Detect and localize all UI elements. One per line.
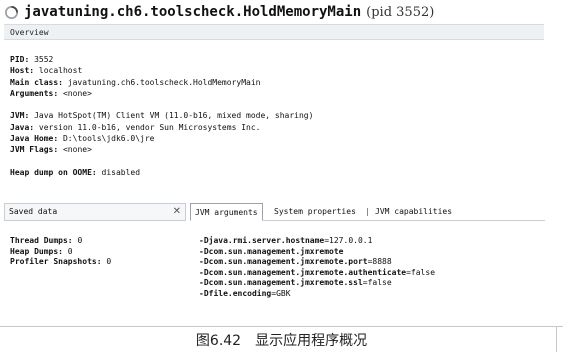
jvm-argument-value: =false xyxy=(406,267,436,277)
info-row-value: 3552 xyxy=(29,55,54,64)
info-row: PID: 3552 xyxy=(10,54,313,65)
tab-system-properties[interactable]: System properties xyxy=(270,203,360,221)
info-row xyxy=(10,156,313,167)
caption-text: 图6.42 显示应用程序概况 xyxy=(195,332,368,349)
saved-data-row-label: Profiler Snapshots: xyxy=(10,257,102,266)
info-row-label: JVM Flags: xyxy=(10,145,59,155)
figure-caption: 图6.42 显示应用程序概况 xyxy=(0,326,563,352)
info-row: Java: version 11.0-b16, vendor Sun Micro… xyxy=(10,122,313,133)
saved-data-title: Saved data xyxy=(9,207,58,216)
info-row-value: javatuning.ch6.toolscheck.HoldMemoryMain xyxy=(62,77,261,87)
saved-data-row-label: Heap Dumps: xyxy=(10,246,63,256)
details-tabs: JVM arguments System properties | JVM ca… xyxy=(190,203,545,221)
saved-data-row-label: Thread Dumps: xyxy=(10,236,73,245)
jvm-arguments-list: -Djava.rmi.server.hostname=127.0.0.1 -Dco… xyxy=(199,236,435,299)
info-row: JVM: Java HotSpot(TM) Client VM (11.0-b1… xyxy=(10,110,313,121)
window-title: javatuning.ch6.toolscheck.HoldMemoryMain… xyxy=(4,2,559,22)
info-row-label: Heap dump on OOME: xyxy=(10,167,97,177)
info-row-label: Host: xyxy=(10,66,35,76)
overview-section-header[interactable]: Overview xyxy=(4,24,544,40)
info-row-value: <none> xyxy=(58,88,92,98)
saved-data-row-value: 0 xyxy=(72,236,83,245)
info-row-value: localhost xyxy=(34,66,83,76)
info-row: JVM Flags: <none> xyxy=(10,144,313,155)
tab-jvm-capabilities[interactable]: JVM capabilities xyxy=(371,203,456,221)
info-row: Arguments: <none> xyxy=(10,88,313,99)
jvm-argument-label: -Dcom.sun.management.jmxremote.authentic… xyxy=(199,267,407,277)
info-row-label: Java: xyxy=(10,122,35,132)
jvm-argument-value: =127.0.0.1 xyxy=(324,236,373,245)
jvm-argument: -Djava.rmi.server.hostname=127.0.0.1 xyxy=(199,236,435,247)
info-row-label: Arguments: xyxy=(10,88,59,98)
info-row: Heap dump on OOME: disabled xyxy=(10,167,313,178)
info-row-value: disabled xyxy=(96,167,141,177)
jvm-argument-value: =GBK xyxy=(271,288,291,298)
info-row-value: D:\tools\jdk6.0\jre xyxy=(58,134,155,144)
info-row-value: Java HotSpot(TM) Client VM (11.0-b16, mi… xyxy=(29,111,314,121)
info-row: Java Home: D:\tools\jdk6.0\jre xyxy=(10,133,313,144)
info-row-value: <none> xyxy=(58,145,92,155)
jvm-argument-value: =8888 xyxy=(367,257,392,266)
saved-data-row: Thread Dumps: 0 xyxy=(10,236,111,247)
jvm-argument: -Dcom.sun.management.jmxremote.port=8888 xyxy=(199,257,435,268)
loading-spinner-icon xyxy=(5,5,18,19)
jvm-argument: -Dcom.sun.management.jmxremote.authentic… xyxy=(199,268,435,279)
tab-jvm-arguments[interactable]: JVM arguments xyxy=(190,203,263,221)
info-row xyxy=(10,99,313,110)
jvm-argument-value: =false xyxy=(362,278,392,287)
jvm-argument-label: -Dcom.sun.management.jmxremote.port xyxy=(199,257,368,266)
general-info: PID: 3552 Host: localhost Main class: java… xyxy=(10,54,313,178)
info-row-value: version 11.0-b16, vendor Sun Microsystem… xyxy=(34,122,261,132)
jvm-argument: -Dcom.sun.management.jmxremote.ssl=false xyxy=(199,278,435,289)
pid-label: (pid 3552) xyxy=(366,4,435,20)
overview-label: Overview xyxy=(10,28,49,37)
jvm-argument-label: -Dcom.sun.management.jmxremote xyxy=(199,246,344,256)
saved-data-row-value: 0 xyxy=(62,246,73,256)
saved-data-row: Heap Dumps: 0 xyxy=(10,247,111,258)
info-row-label: Main class: xyxy=(10,77,63,87)
saved-data-row: Profiler Snapshots: 0 xyxy=(10,257,111,268)
jvm-argument-label: -Dcom.sun.management.jmxremote.ssl xyxy=(199,278,363,287)
info-row-label: Java Home: xyxy=(10,134,59,144)
saved-data-row-value: 0 xyxy=(101,257,112,266)
jvm-argument-label: -Dfile.encoding xyxy=(199,288,272,298)
jvm-argument-label: -Djava.rmi.server.hostname xyxy=(199,236,325,245)
tab-separator: | xyxy=(365,207,370,216)
jvm-argument: -Dfile.encoding=GBK xyxy=(199,289,435,300)
saved-data-list: Thread Dumps: 0 Heap Dumps: 0 Profiler Sna… xyxy=(10,236,111,268)
info-row-label: PID: xyxy=(10,55,30,64)
main-class-title: javatuning.ch6.toolscheck.HoldMemoryMain xyxy=(24,4,362,20)
info-row-label: JVM: xyxy=(10,111,30,121)
close-icon[interactable]: ✕ xyxy=(173,204,181,220)
saved-data-header: Saved data ✕ xyxy=(4,203,186,221)
jvm-argument: -Dcom.sun.management.jmxremote xyxy=(199,247,435,258)
info-row: Main class: javatuning.ch6.toolscheck.Ho… xyxy=(10,77,313,88)
caption-divider xyxy=(556,327,557,352)
info-row: Host: localhost xyxy=(10,65,313,76)
